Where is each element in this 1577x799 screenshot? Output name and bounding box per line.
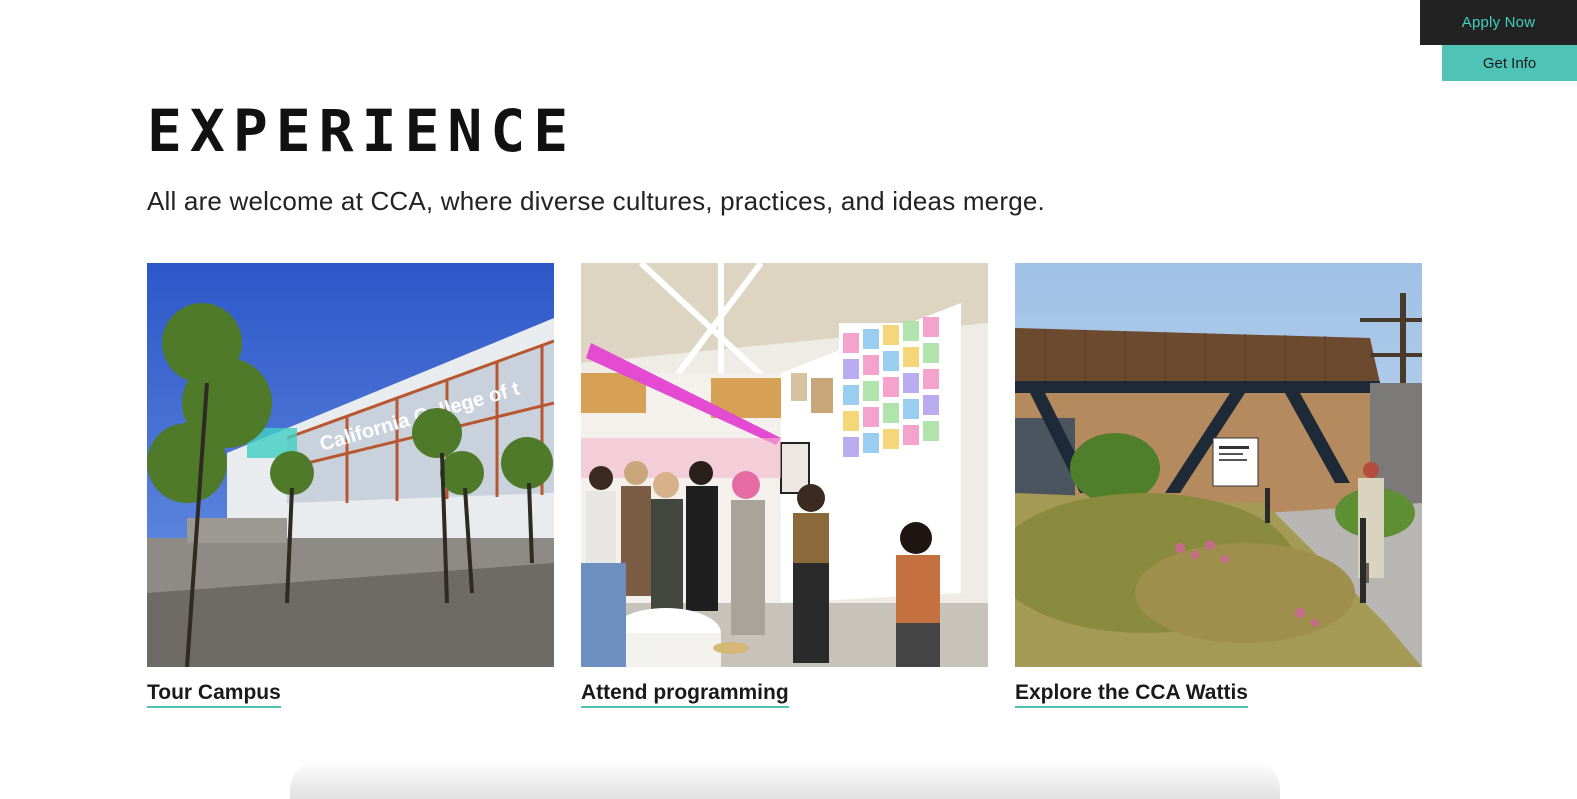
section-heading: EXPERIENCE xyxy=(147,97,577,165)
card-attend-programming: Attend programming xyxy=(581,263,988,708)
card-tour-campus: California College of t Tour Campus xyxy=(147,263,554,708)
explore-wattis-link[interactable]: Explore the CCA Wattis xyxy=(1015,681,1248,708)
campus-building-image[interactable]: California College of t xyxy=(147,263,554,667)
wattis-building-image[interactable] xyxy=(1015,263,1422,667)
card-explore-wattis: Explore the CCA Wattis xyxy=(1015,263,1422,708)
section-intro: All are welcome at CCA, where diverse cu… xyxy=(147,186,1045,216)
exhibition-image[interactable] xyxy=(581,263,988,667)
get-info-button[interactable]: Get Info xyxy=(1442,45,1577,81)
apply-now-button[interactable]: Apply Now xyxy=(1420,0,1577,45)
bottom-shadow xyxy=(290,760,1280,799)
attend-programming-link[interactable]: Attend programming xyxy=(581,681,789,708)
experience-cards: California College of t Tour Campus Atte… xyxy=(147,263,1422,708)
tour-campus-link[interactable]: Tour Campus xyxy=(147,681,281,708)
